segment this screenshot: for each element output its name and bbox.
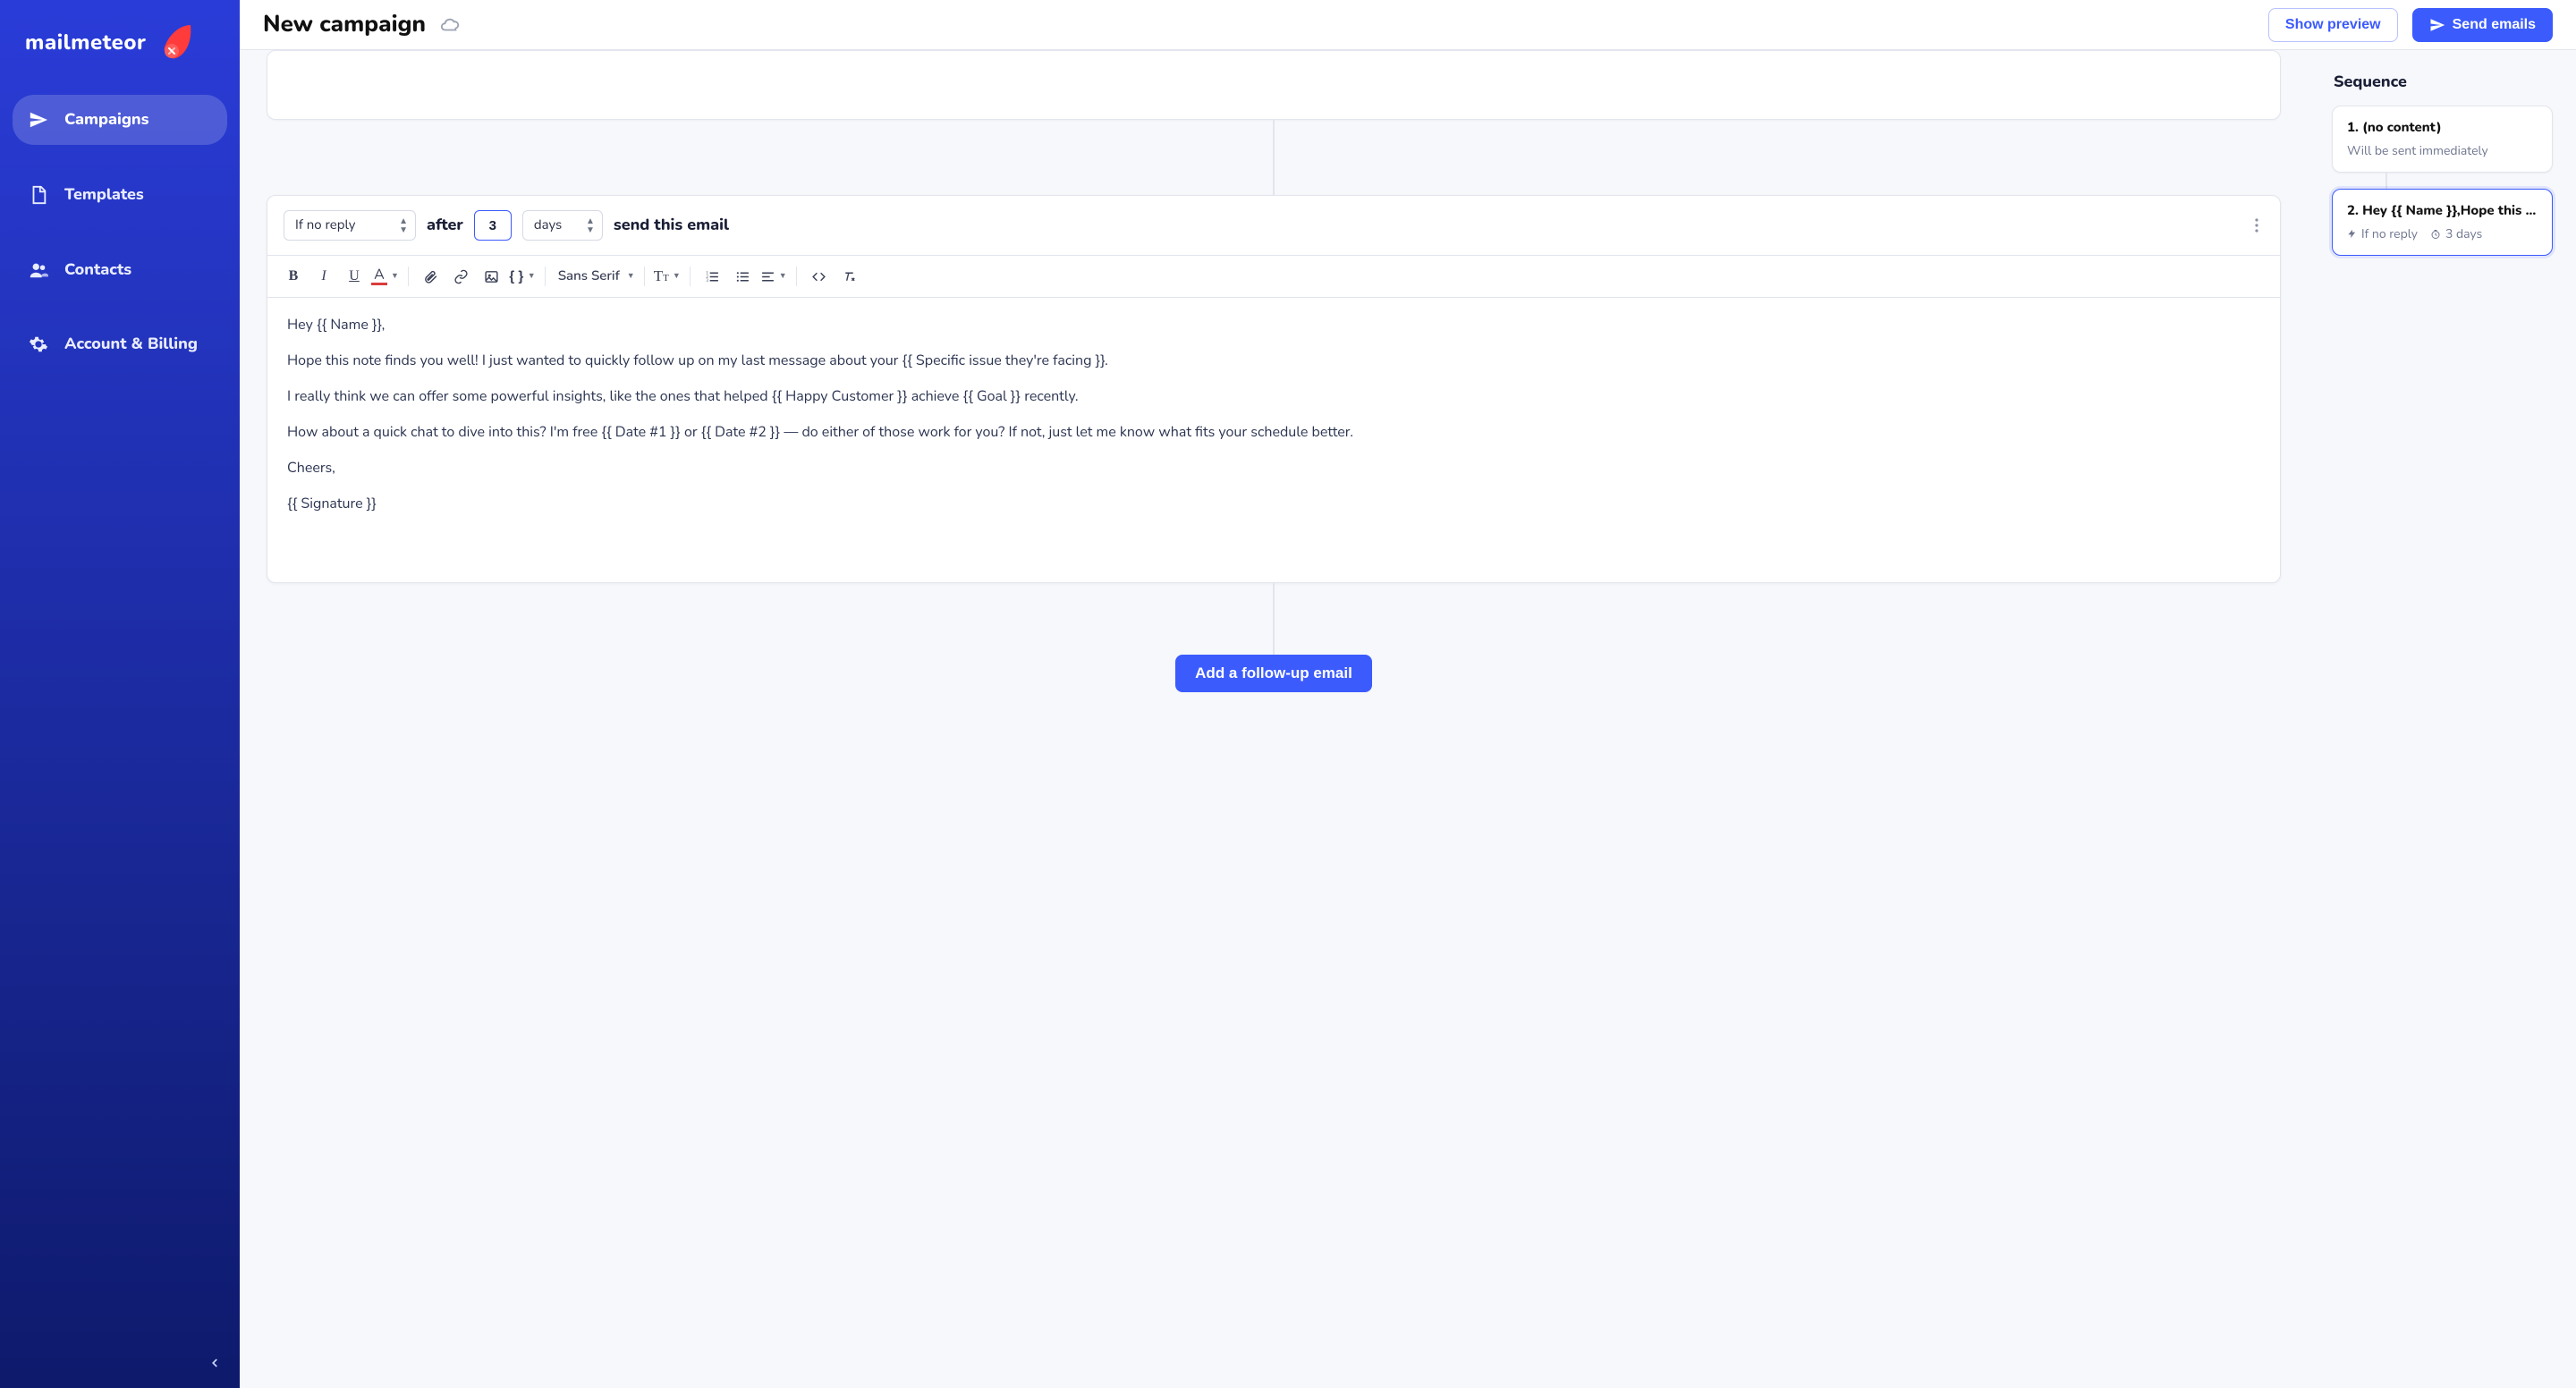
- image-button[interactable]: [479, 263, 505, 290]
- sequence-title: Sequence: [2334, 72, 2553, 93]
- email-body-editor[interactable]: Hey {{ Name }}, Hope this note finds you…: [267, 298, 2280, 582]
- add-followup-button[interactable]: Add a follow-up email: [1175, 655, 1372, 692]
- brand-name: mailmeteor: [25, 29, 146, 57]
- chevron-updown-icon: ▲▼: [399, 216, 408, 234]
- align-button[interactable]: ▼: [760, 269, 787, 284]
- sidebar-item-templates[interactable]: Templates: [13, 170, 227, 220]
- sequence-step-title: 1. (no content): [2347, 119, 2538, 137]
- sequence-step-2[interactable]: 2. Hey {{ Name }},Hope this ... If no re…: [2332, 189, 2553, 256]
- button-label: Add a follow-up email: [1195, 664, 1352, 681]
- sidebar-nav: Campaigns Templates Contacts Account & B…: [0, 88, 240, 377]
- sidebar-item-label: Contacts: [64, 259, 131, 281]
- page-title: New campaign: [263, 9, 426, 40]
- meteor-icon: [155, 23, 194, 63]
- trigger-select[interactable]: If no reply ▲▼: [284, 210, 416, 241]
- document-icon: [29, 185, 48, 205]
- chevron-down-icon: ▼: [779, 271, 787, 282]
- font-family-select[interactable]: Sans Serif ▼: [555, 267, 635, 285]
- email-paragraph: Hope this note finds you well! I just wa…: [287, 350, 2260, 371]
- email-step-card-2: If no reply ▲▼ after days ▲▼ send this e…: [267, 195, 2281, 583]
- email-paragraph: Hey {{ Name }},: [287, 314, 2260, 335]
- chevron-down-icon: ▼: [627, 271, 635, 282]
- sequence-panel: Sequence 1. (no content) Will be sent im…: [2308, 50, 2576, 1388]
- email-paragraph: Cheers,: [287, 457, 2260, 478]
- sidebar-item-campaigns[interactable]: Campaigns: [13, 95, 227, 145]
- button-label: Send emails: [2453, 17, 2536, 33]
- sequence-connector: [1273, 120, 1275, 195]
- bold-button[interactable]: B: [280, 263, 307, 290]
- email-paragraph: {{ Signature }}: [287, 493, 2260, 514]
- sidebar-item-label: Account & Billing: [64, 334, 198, 355]
- step-more-menu-button[interactable]: [2246, 215, 2267, 236]
- topbar: New campaign Show preview Send emails: [240, 0, 2576, 50]
- sequence-connector: [1273, 583, 1275, 655]
- chevron-down-icon: ▼: [391, 271, 399, 282]
- clock-icon: [2430, 229, 2441, 240]
- link-button[interactable]: [448, 263, 475, 290]
- sidebar: mailmeteor Campaigns Templates Contacts …: [0, 0, 240, 1388]
- sidebar-item-account-billing[interactable]: Account & Billing: [13, 320, 227, 369]
- font-size-button[interactable]: TT ▼: [654, 267, 681, 285]
- delay-count-input[interactable]: [474, 210, 512, 241]
- sequence-step-meta: Will be sent immediately: [2347, 142, 2488, 159]
- after-label: after: [427, 215, 463, 236]
- delay-unit-select[interactable]: days ▲▼: [522, 210, 603, 241]
- email-step-card-1[interactable]: [267, 50, 2281, 120]
- code-view-button[interactable]: [806, 263, 833, 290]
- button-label: Show preview: [2285, 17, 2381, 33]
- sequence-step-title: 2. Hey {{ Name }},Hope this ...: [2347, 202, 2538, 220]
- main: New campaign Show preview Send emails If…: [240, 0, 2576, 1388]
- unordered-list-button[interactable]: [730, 263, 757, 290]
- sequence-step-1[interactable]: 1. (no content) Will be sent immediately: [2332, 106, 2553, 173]
- collapse-sidebar-button[interactable]: [202, 1350, 227, 1375]
- sequence-step-delay: 3 days: [2430, 225, 2482, 242]
- content-area: If no reply ▲▼ after days ▲▼ send this e…: [240, 50, 2308, 1388]
- select-value: If no reply: [295, 216, 355, 234]
- send-this-email-label: send this email: [614, 215, 729, 236]
- people-icon: [29, 260, 48, 280]
- italic-button[interactable]: I: [310, 263, 337, 290]
- email-paragraph: I really think we can offer some powerfu…: [287, 385, 2260, 407]
- ordered-list-button[interactable]: 123: [699, 263, 726, 290]
- send-emails-button[interactable]: Send emails: [2412, 8, 2553, 42]
- show-preview-button[interactable]: Show preview: [2268, 8, 2398, 42]
- editor-toolbar: B I U A ▼ { }▼ Sans Serif ▼: [267, 256, 2280, 298]
- clear-formatting-button[interactable]: [836, 263, 863, 290]
- brand-logo: mailmeteor: [0, 0, 240, 88]
- chevron-down-icon: ▼: [673, 271, 681, 282]
- text-color-button[interactable]: A ▼: [371, 267, 399, 285]
- variables-button[interactable]: { }▼: [509, 267, 536, 286]
- gear-icon: [29, 334, 48, 354]
- cloud-saved-icon: [440, 15, 460, 35]
- chevron-down-icon: ▼: [528, 271, 536, 282]
- sequence-step-condition: If no reply: [2347, 225, 2418, 242]
- send-icon: [29, 110, 48, 130]
- attachment-button[interactable]: [418, 263, 445, 290]
- email-paragraph: How about a quick chat to dive into this…: [287, 421, 2260, 443]
- font-value: Sans Serif: [555, 267, 623, 285]
- svg-text:3: 3: [707, 279, 709, 284]
- chevron-updown-icon: ▲▼: [586, 216, 595, 234]
- underline-button[interactable]: U: [341, 263, 368, 290]
- sidebar-item-label: Campaigns: [64, 109, 148, 131]
- sidebar-item-contacts[interactable]: Contacts: [13, 245, 227, 295]
- bolt-icon: [2347, 229, 2357, 239]
- sequence-mini-connector: [2385, 173, 2387, 189]
- select-value: days: [534, 216, 562, 234]
- sidebar-item-label: Templates: [64, 184, 144, 206]
- condition-row: If no reply ▲▼ after days ▲▼ send this e…: [267, 196, 2280, 256]
- send-icon: [2429, 17, 2445, 33]
